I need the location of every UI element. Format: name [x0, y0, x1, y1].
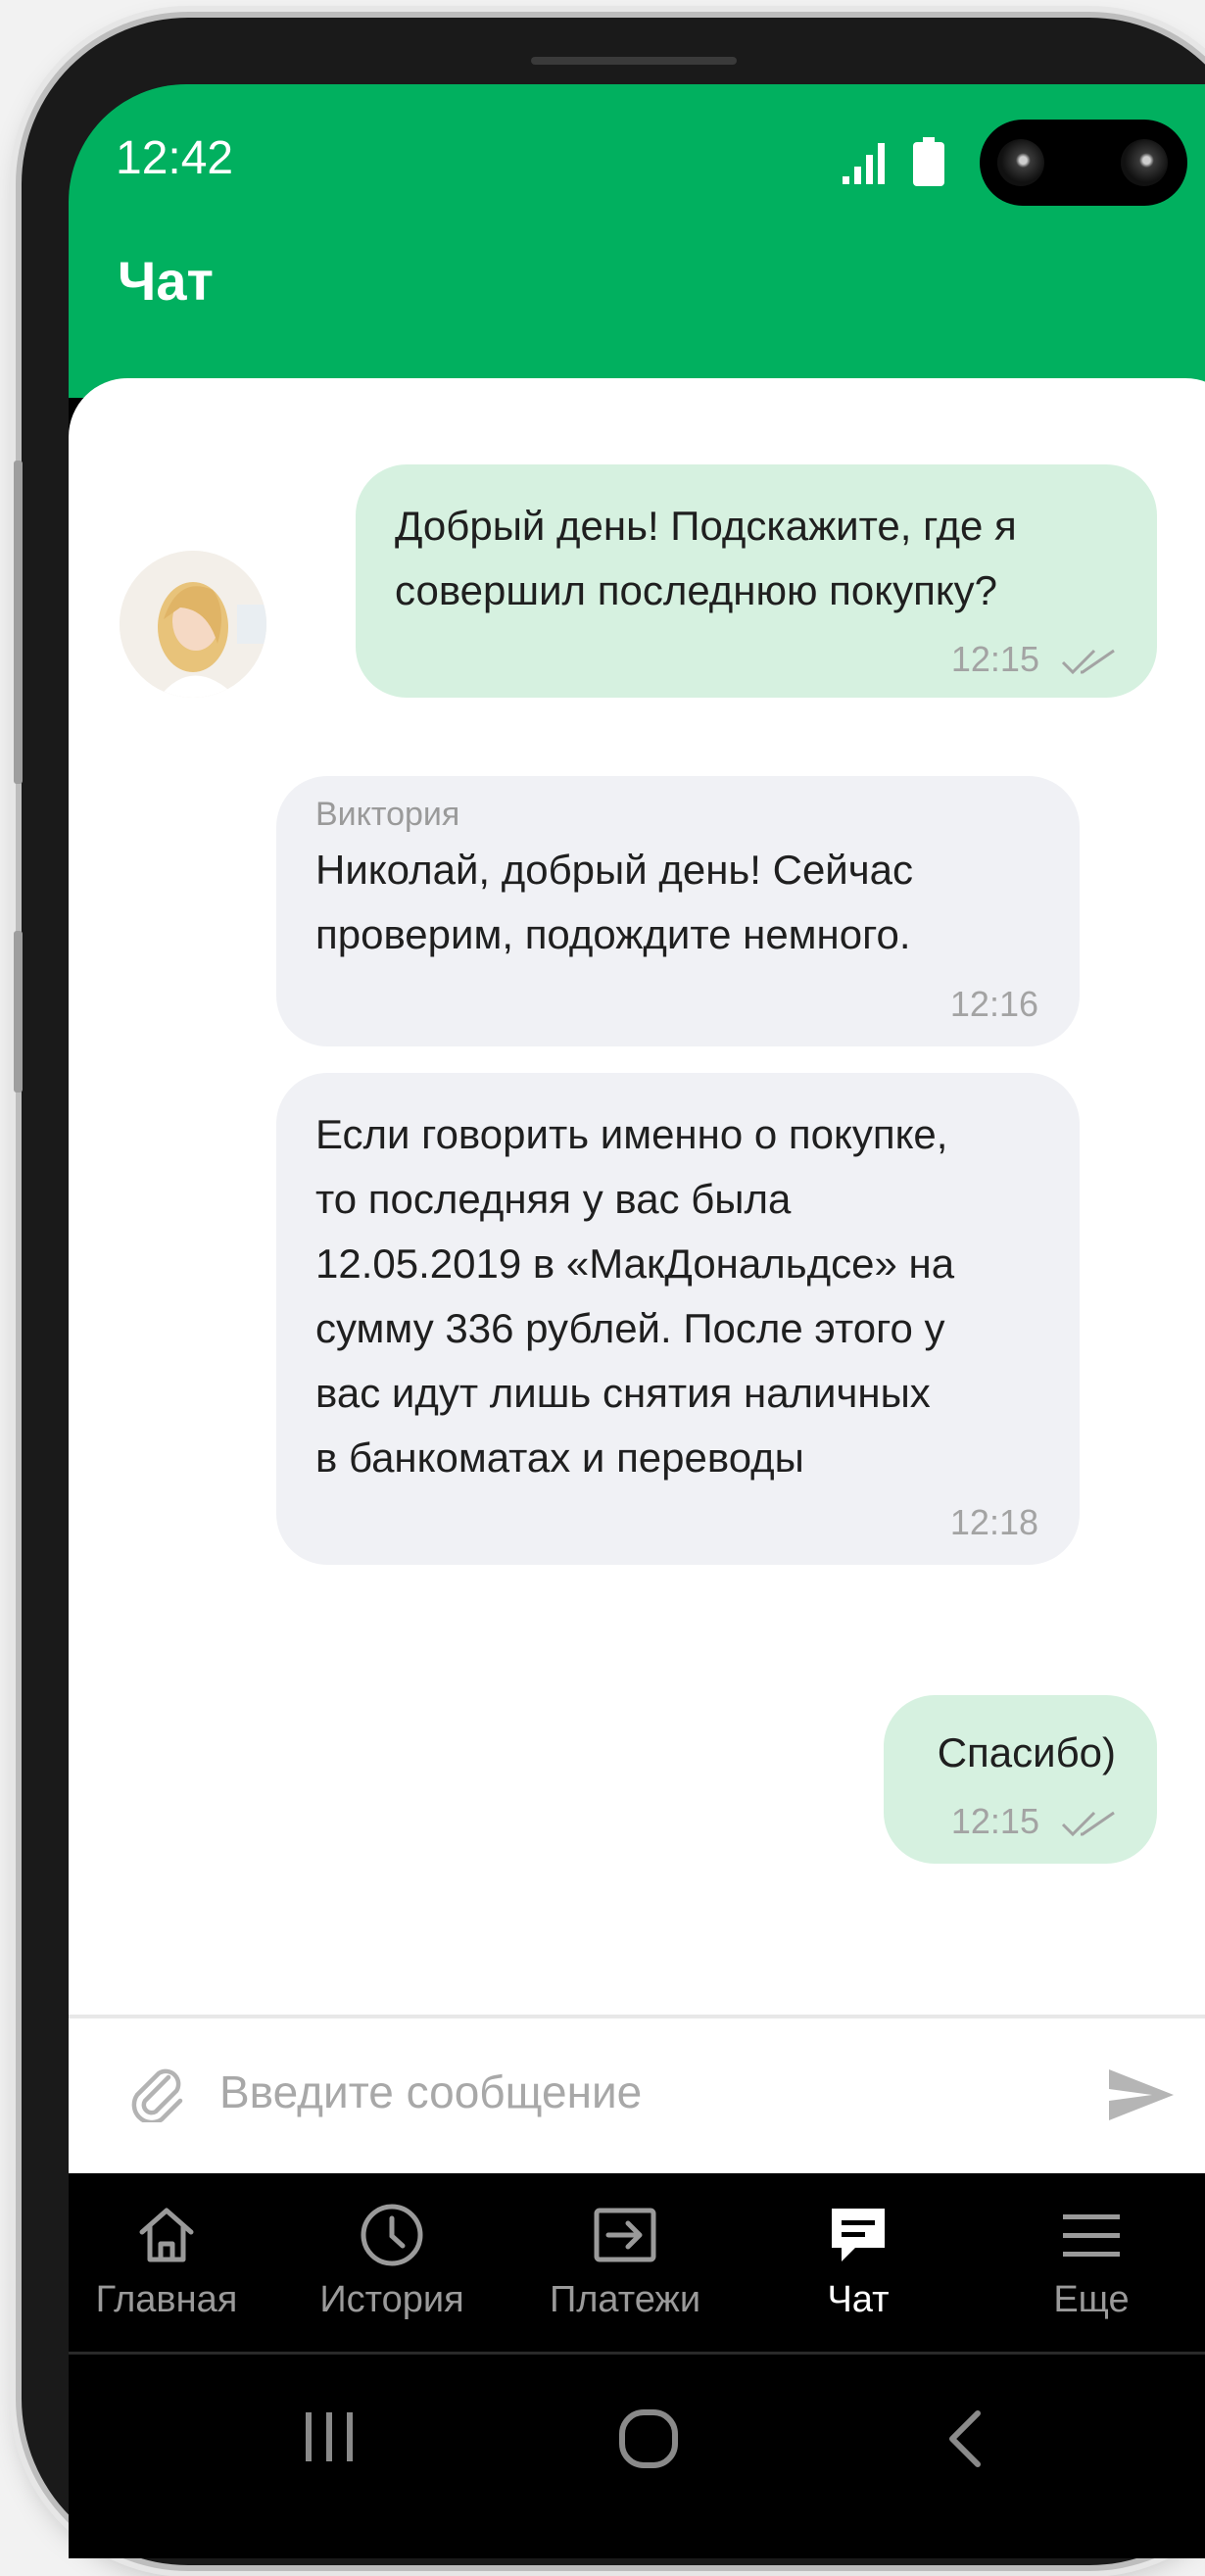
earpiece-speaker: [531, 57, 737, 65]
message-text: проверим, подождите немного.: [315, 911, 911, 957]
message-text: вас идут лишь снятия наличных: [315, 1370, 931, 1416]
paperclip-icon[interactable]: [125, 2060, 188, 2122]
message-time: 12:15: [950, 1801, 1039, 1841]
tab-label: Главная: [95, 2279, 238, 2320]
send-icon[interactable]: [1107, 2066, 1176, 2124]
bixby-button: [14, 931, 23, 1093]
recent-apps-icon[interactable]: [300, 2407, 359, 2466]
message-text: 12.05.2019 в «МакДональдсе» на: [315, 1240, 955, 1287]
agent-avatar-image: [120, 551, 266, 698]
incoming-message-2[interactable]: Если говорить именно о покупке, то после…: [276, 1073, 1080, 1565]
tab-label: Чат: [827, 2279, 890, 2320]
message-meta: 12:15: [951, 639, 1116, 680]
home-button-icon[interactable]: [617, 2407, 680, 2470]
status-time: 12:42: [116, 132, 234, 184]
message-text: в банкоматах и переводы: [315, 1434, 804, 1481]
volume-button: [14, 461, 23, 784]
front-camera-lens: [1121, 139, 1168, 186]
message-text: сумму 336 рублей. После этого у: [315, 1305, 945, 1351]
message-text: совершил последнюю покупку?: [395, 567, 998, 613]
message-input[interactable]: Введите сообщение: [219, 2066, 642, 2118]
message-meta: 12:15: [951, 1801, 1116, 1842]
tab-history[interactable]: История: [294, 2201, 490, 2321]
tab-label: Еще: [1053, 2279, 1130, 2320]
back-icon[interactable]: [940, 2407, 989, 2470]
app-header: 12:42 Чат: [69, 84, 1205, 398]
battery-icon: [913, 137, 944, 186]
sender-name: Виктория: [315, 796, 460, 833]
message-text: Николай, добрый день! Сейчас: [315, 847, 914, 893]
incoming-message-1[interactable]: Виктория Николай, добрый день! Сейчас пр…: [276, 776, 1080, 1046]
signal-icon: [843, 143, 885, 184]
message-time: 12:16: [949, 984, 1038, 1024]
tab-chat[interactable]: Чат: [760, 2201, 956, 2321]
outgoing-message-1[interactable]: Добрый день! Подскажите, где я совершил …: [356, 464, 1157, 698]
outgoing-message-2[interactable]: Спасибо) 12:15: [884, 1695, 1157, 1864]
menu-icon: [1063, 2214, 1120, 2257]
clock-icon: [361, 2204, 423, 2266]
avatar[interactable]: [120, 551, 266, 698]
tab-label: Платежи: [549, 2279, 701, 2320]
message-time: 12:18: [949, 1502, 1038, 1542]
bottom-tab-bar: Главная История Платежи Чат Еще: [69, 2173, 1205, 2352]
message-composer: Введите сообщение: [69, 2018, 1205, 2173]
message-text: то последняя у вас была: [315, 1176, 792, 1222]
double-check-icon: [1061, 650, 1115, 675]
system-navigation-bar: [69, 2355, 1205, 2558]
tab-more[interactable]: Еще: [993, 2201, 1189, 2321]
tab-home[interactable]: Главная: [69, 2201, 265, 2321]
message-text: Добрый день! Подскажите, где я: [395, 503, 1017, 549]
camera-cutout: [980, 120, 1187, 206]
message-time: 12:15: [950, 639, 1039, 679]
message-text: Если говорить именно о покупке,: [315, 1111, 948, 1157]
page-title: Чат: [118, 250, 214, 312]
transfer-icon: [594, 2208, 656, 2262]
front-camera-lens: [997, 139, 1044, 186]
chat-icon: [832, 2209, 885, 2261]
double-check-icon: [1061, 1812, 1115, 1837]
home-icon: [139, 2208, 194, 2262]
tab-payments[interactable]: Платежи: [527, 2201, 723, 2321]
message-text: Спасибо): [937, 1729, 1116, 1775]
tab-label: История: [319, 2279, 464, 2320]
